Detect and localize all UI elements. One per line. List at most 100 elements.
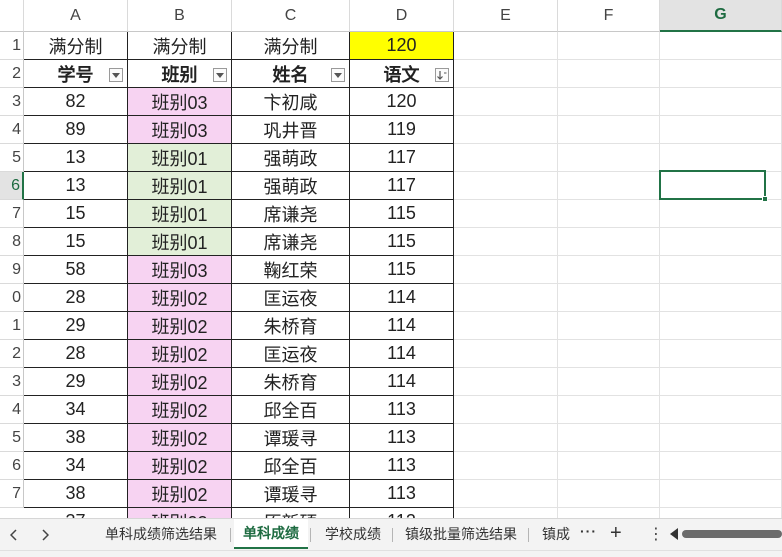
header-name[interactable]: 姓名 bbox=[232, 60, 350, 88]
cell-student-name[interactable]: 席谦尧 bbox=[232, 228, 350, 256]
empty-cell[interactable] bbox=[558, 368, 660, 396]
empty-cell[interactable] bbox=[660, 340, 782, 368]
cell-student-name[interactable]: 席谦尧 bbox=[232, 200, 350, 228]
cell-student-name[interactable]: 邱全百 bbox=[232, 396, 350, 424]
cell-student-id[interactable]: 37 bbox=[24, 508, 128, 518]
row-header[interactable]: 7 bbox=[0, 200, 24, 228]
row-header[interactable]: 2 bbox=[0, 340, 24, 368]
empty-cell[interactable] bbox=[660, 32, 782, 60]
empty-cell[interactable] bbox=[454, 508, 558, 518]
cell-b1[interactable]: 满分制 bbox=[128, 32, 232, 60]
cell-chinese-score[interactable]: 114 bbox=[350, 284, 454, 312]
empty-cell[interactable] bbox=[454, 480, 558, 508]
row-header[interactable]: 2 bbox=[0, 60, 24, 88]
empty-cell[interactable] bbox=[558, 116, 660, 144]
row-header[interactable]: 6 bbox=[0, 172, 24, 200]
empty-cell[interactable] bbox=[558, 284, 660, 312]
empty-cell[interactable] bbox=[558, 32, 660, 60]
empty-cell[interactable] bbox=[454, 284, 558, 312]
cell-chinese-score[interactable]: 114 bbox=[350, 368, 454, 396]
cell-class[interactable]: 班别02 bbox=[128, 480, 232, 508]
sheet-tab-single-subject-scores[interactable]: 单科成绩 bbox=[234, 519, 308, 549]
empty-cell[interactable] bbox=[558, 172, 660, 200]
cell-chinese-score[interactable]: 115 bbox=[350, 200, 454, 228]
cell-chinese-score[interactable]: 117 bbox=[350, 172, 454, 200]
header-chinese[interactable]: 语文 bbox=[350, 60, 454, 88]
add-sheet-button[interactable]: + bbox=[610, 522, 622, 545]
row-header[interactable]: 5 bbox=[0, 144, 24, 172]
cell-student-id[interactable]: 28 bbox=[24, 340, 128, 368]
empty-cell[interactable] bbox=[454, 60, 558, 88]
empty-cell[interactable] bbox=[660, 452, 782, 480]
header-class[interactable]: 班别 bbox=[128, 60, 232, 88]
empty-cell[interactable] bbox=[660, 116, 782, 144]
active-cell-selection[interactable] bbox=[659, 170, 766, 200]
cell-student-name[interactable]: 朱桥育 bbox=[232, 312, 350, 340]
row-header[interactable]: 3 bbox=[0, 368, 24, 396]
empty-cell[interactable] bbox=[558, 60, 660, 88]
cell-student-id[interactable]: 15 bbox=[24, 228, 128, 256]
scroll-left-arrow-icon[interactable] bbox=[670, 528, 678, 540]
cell-student-name[interactable]: 强萌政 bbox=[232, 172, 350, 200]
cell-student-id[interactable]: 28 bbox=[24, 284, 128, 312]
cell-student-name[interactable]: 匡运夜 bbox=[232, 340, 350, 368]
sheet-tab-school-scores[interactable]: 学校成绩 bbox=[316, 519, 390, 549]
cell-student-name[interactable]: 谭瑗寻 bbox=[232, 480, 350, 508]
empty-cell[interactable] bbox=[660, 144, 782, 172]
empty-cell[interactable] bbox=[454, 256, 558, 284]
column-header-f[interactable]: F bbox=[558, 0, 660, 32]
empty-cell[interactable] bbox=[454, 88, 558, 116]
row-header[interactable]: 4 bbox=[0, 116, 24, 144]
sheet-tab-single-subject-filter-result[interactable]: 单科成绩筛选结果 bbox=[96, 519, 226, 549]
column-header-c[interactable]: C bbox=[232, 0, 350, 32]
column-header-e[interactable]: E bbox=[454, 0, 558, 32]
column-header-g[interactable]: G bbox=[660, 0, 782, 32]
cell-student-id[interactable]: 89 bbox=[24, 116, 128, 144]
empty-cell[interactable] bbox=[660, 368, 782, 396]
empty-cell[interactable] bbox=[454, 424, 558, 452]
cell-class[interactable]: 班别02 bbox=[128, 284, 232, 312]
cell-student-id[interactable]: 13 bbox=[24, 172, 128, 200]
sort-descending-filter-button[interactable] bbox=[435, 68, 449, 82]
cell-student-name[interactable]: 鞠红荣 bbox=[232, 256, 350, 284]
cell-student-id[interactable]: 29 bbox=[24, 312, 128, 340]
empty-cell[interactable] bbox=[558, 480, 660, 508]
empty-cell[interactable] bbox=[660, 60, 782, 88]
cell-student-name[interactable]: 朱桥育 bbox=[232, 368, 350, 396]
more-sheets-button[interactable]: ··· bbox=[580, 523, 597, 539]
empty-cell[interactable] bbox=[454, 144, 558, 172]
previous-sheet-button[interactable] bbox=[6, 527, 20, 543]
cell-chinese-score[interactable]: 112 bbox=[350, 508, 454, 518]
next-sheet-button[interactable] bbox=[38, 527, 52, 543]
empty-cell[interactable] bbox=[558, 256, 660, 284]
fill-handle[interactable] bbox=[762, 196, 768, 202]
filter-dropdown-button[interactable] bbox=[331, 68, 345, 82]
cell-class[interactable]: 班别01 bbox=[128, 200, 232, 228]
cell-class[interactable]: 班别03 bbox=[128, 116, 232, 144]
cell-class[interactable]: 班别01 bbox=[128, 172, 232, 200]
row-header[interactable]: 5 bbox=[0, 424, 24, 452]
empty-cell[interactable] bbox=[558, 340, 660, 368]
cell-student-id[interactable]: 82 bbox=[24, 88, 128, 116]
cell-chinese-score[interactable]: 113 bbox=[350, 452, 454, 480]
row-header[interactable]: 7 bbox=[0, 480, 24, 508]
empty-cell[interactable] bbox=[660, 480, 782, 508]
cell-chinese-score[interactable]: 117 bbox=[350, 144, 454, 172]
cell-class[interactable]: 班别01 bbox=[128, 144, 232, 172]
cell-student-id[interactable]: 15 bbox=[24, 200, 128, 228]
empty-cell[interactable] bbox=[660, 424, 782, 452]
row-header[interactable]: 1 bbox=[0, 312, 24, 340]
cell-chinese-score[interactable]: 114 bbox=[350, 312, 454, 340]
empty-cell[interactable] bbox=[454, 340, 558, 368]
column-header-d[interactable]: D bbox=[350, 0, 454, 32]
empty-cell[interactable] bbox=[454, 116, 558, 144]
empty-cell[interactable] bbox=[454, 32, 558, 60]
cell-chinese-score[interactable]: 120 bbox=[350, 88, 454, 116]
filter-dropdown-button[interactable] bbox=[213, 68, 227, 82]
cell-class[interactable]: 班别02 bbox=[128, 452, 232, 480]
cell-chinese-score[interactable]: 115 bbox=[350, 228, 454, 256]
cell-class[interactable]: 班别02 bbox=[128, 312, 232, 340]
header-student-id[interactable]: 学号 bbox=[24, 60, 128, 88]
row-header[interactable]: 1 bbox=[0, 32, 24, 60]
cell-class[interactable]: 班别03 bbox=[128, 88, 232, 116]
